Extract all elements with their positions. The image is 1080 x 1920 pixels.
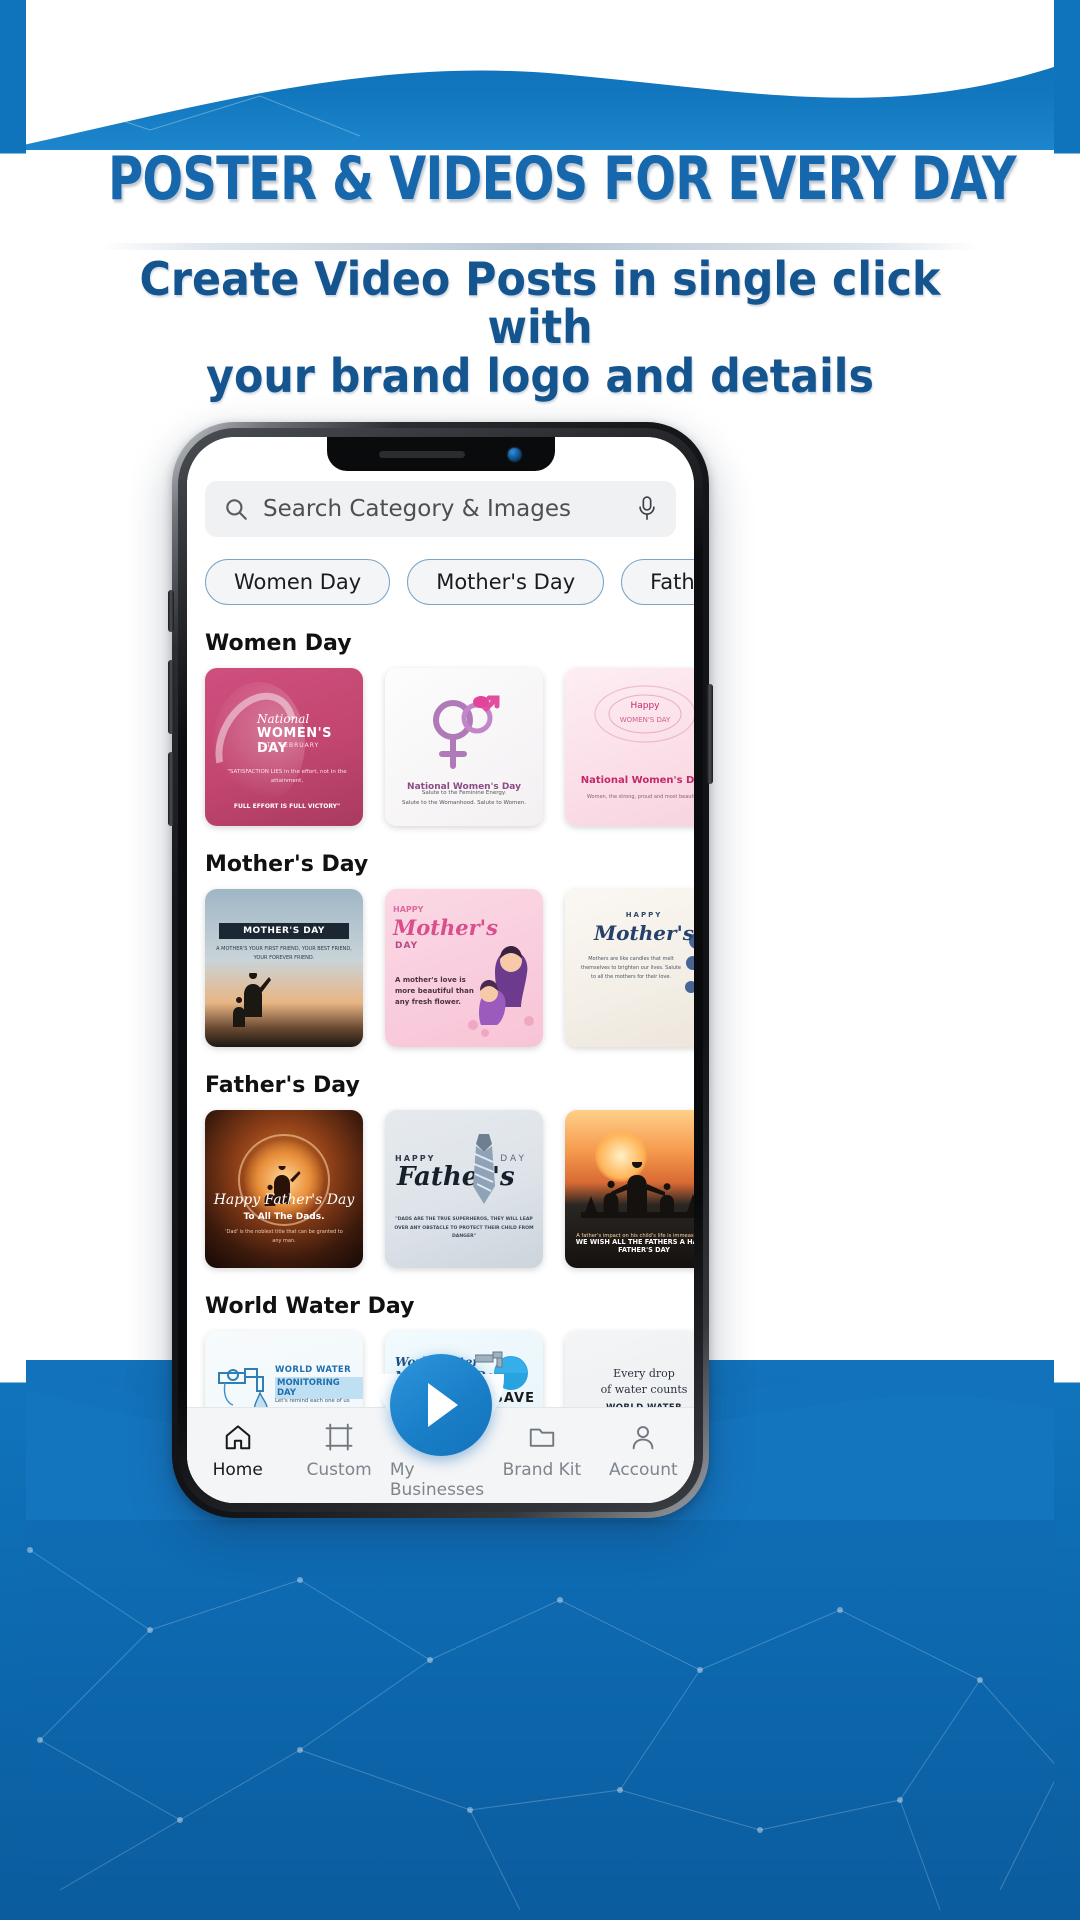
template-card[interactable]: A father's impact on his child's life is… bbox=[565, 1110, 694, 1268]
nav-item-brand-kit[interactable]: Brand Kit bbox=[491, 1408, 592, 1480]
card-line3: DAY bbox=[500, 1154, 527, 1164]
chip-fathers-day[interactable]: Father's Day bbox=[621, 559, 694, 605]
app-ui: Search Category & Images Women Day Mothe… bbox=[187, 437, 694, 1503]
card-line1: HAPPY bbox=[393, 905, 424, 914]
card-line2: WE WISH ALL THE FATHERS A HAPPY FATHER'S… bbox=[575, 1238, 694, 1254]
section-mothers-day: Mother's Day MOTHER'S DAY A MOTHER'S YOU… bbox=[205, 852, 694, 1047]
create-video-fab[interactable] bbox=[389, 1354, 492, 1456]
card-row[interactable]: MOTHER'S DAY A MOTHER'S YOUR FIRST FRIEN… bbox=[205, 889, 694, 1047]
template-card[interactable]: MOTHER'S DAY A MOTHER'S YOUR FIRST FRIEN… bbox=[205, 889, 363, 1047]
section-title: Mother's Day bbox=[205, 852, 369, 877]
promo-headline: POSTER & VIDEOS FOR EVERY DAY bbox=[108, 144, 1017, 214]
card-band: MOTHER'S DAY bbox=[219, 923, 349, 939]
phone-notch bbox=[326, 437, 555, 471]
chip-mothers-day[interactable]: Mother's Day bbox=[407, 559, 605, 605]
phone-volume-down-button bbox=[168, 752, 174, 826]
search-input[interactable]: Search Category & Images bbox=[263, 496, 622, 522]
promo-subheadline: Create Video Posts in single click with … bbox=[122, 255, 959, 400]
nav-item-home[interactable]: Home bbox=[187, 1408, 288, 1480]
card-subcaption: Salute to the Feminine Energy. Salute to… bbox=[393, 789, 535, 808]
nav-label: My Businesses bbox=[389, 1460, 485, 1500]
card-line1: Happy Father's Day bbox=[213, 1192, 355, 1208]
venus-symbol-icon bbox=[433, 695, 500, 769]
section-title: Women Day bbox=[205, 631, 352, 656]
section-title: Father's Day bbox=[205, 1073, 360, 1098]
card-line2: To All The Dads. bbox=[243, 1212, 325, 1222]
template-card[interactable]: Happy Father's Day To All The Dads. 'Dad… bbox=[205, 1110, 363, 1268]
nav-item-account[interactable]: Account bbox=[593, 1408, 694, 1480]
card-sub2: Salute to the Womanhood. Salute to Women… bbox=[402, 799, 526, 806]
card-line2: WOMEN'S DAY bbox=[257, 726, 332, 756]
phone-mute-switch bbox=[168, 590, 174, 632]
card-line3: 13TH FEBRUARY bbox=[257, 742, 320, 749]
phone-volume-up-button bbox=[168, 660, 174, 734]
card-quote: 'Dad' is the noblest title that can be g… bbox=[225, 1229, 343, 1244]
search-icon bbox=[226, 499, 247, 520]
phone-mockup: Search Category & Images Women Day Mothe… bbox=[168, 422, 713, 1518]
section-women-day: Women Day National WOMEN'S DAY 13TH FEBR… bbox=[205, 631, 694, 826]
floral-illustration bbox=[685, 933, 694, 993]
nav-item-custom[interactable]: Custom bbox=[288, 1408, 389, 1480]
card-band-label: MOTHER'S DAY bbox=[243, 926, 325, 936]
family-silhouette bbox=[581, 1162, 694, 1218]
card-line3: DAY bbox=[395, 941, 419, 951]
template-card[interactable]: HAPPY Mother's Mothers are like candles … bbox=[565, 889, 694, 1047]
svg-text:Happy: Happy bbox=[630, 701, 660, 711]
network-pattern-decoration bbox=[27, 1547, 1063, 1911]
promo-headline-wrap: POSTER & VIDEOS FOR EVERY DAY bbox=[0, 145, 1080, 214]
chip-women-day[interactable]: Women Day bbox=[205, 559, 391, 605]
home-icon bbox=[223, 1420, 253, 1454]
card-row[interactable]: Happy Father's Day To All The Dads. 'Dad… bbox=[205, 1110, 694, 1268]
promo-subheadline-line1: Create Video Posts in single click with bbox=[139, 252, 941, 355]
search-bar[interactable]: Search Category & Images bbox=[205, 481, 676, 537]
mother-daughter-illustration bbox=[468, 946, 534, 1037]
nav-label: Home bbox=[212, 1460, 263, 1480]
nav-label: Brand Kit bbox=[502, 1460, 582, 1480]
template-card[interactable]: National Women's Day Salute to the Femin… bbox=[385, 668, 543, 826]
bottom-navigation-bar[interactable]: Home Custom My Businesses Brand Kit Acco… bbox=[187, 1354, 694, 1503]
section-title: World Water Day bbox=[205, 1294, 415, 1319]
category-chip-row[interactable]: Women Day Mother's Day Father's Day bbox=[187, 537, 694, 605]
headline-divider bbox=[100, 243, 980, 250]
card-line1: WORLD WATER bbox=[275, 1365, 352, 1375]
mother-child-silhouette bbox=[233, 973, 271, 1027]
card-quote: A MOTHER'S YOUR FIRST FRIEND, YOUR BEST … bbox=[216, 946, 352, 961]
template-card[interactable]: HAPPY Mother's DAY A mother's love is mo… bbox=[385, 889, 543, 1047]
card-line2: Mother's bbox=[393, 915, 498, 940]
folder-icon bbox=[527, 1420, 557, 1454]
front-camera bbox=[507, 448, 521, 461]
earpiece-speaker bbox=[378, 451, 465, 458]
nav-label: Custom bbox=[306, 1460, 372, 1480]
card-caption: National Women's Day bbox=[580, 775, 694, 786]
template-card[interactable]: Happy WOMEN'S DAY National Women's Day W… bbox=[565, 668, 694, 826]
svg-text:WOMEN'S DAY: WOMEN'S DAY bbox=[620, 716, 671, 724]
card-subcaption: Women, the strong, proud and most beauti… bbox=[586, 794, 694, 800]
card-line2: MONITORING DAY bbox=[275, 1377, 363, 1399]
person-icon bbox=[628, 1420, 658, 1454]
word-cloud-decoration: Happy WOMEN'S DAY bbox=[594, 685, 694, 743]
template-card[interactable]: National WOMEN'S DAY 13TH FEBRUARY "SATI… bbox=[205, 668, 363, 826]
right-edge-strip bbox=[1054, 0, 1080, 1920]
play-icon bbox=[427, 1383, 458, 1427]
card-row[interactable]: National WOMEN'S DAY 13TH FEBRUARY "SATI… bbox=[205, 668, 694, 826]
card-quote: "DADS ARE THE TRUE SUPERHEROS, THEY WILL… bbox=[394, 1216, 534, 1240]
phone-screen: Search Category & Images Women Day Mothe… bbox=[187, 437, 694, 1503]
phone-power-button bbox=[707, 684, 713, 784]
promo-subheadline-line2: your brand logo and details bbox=[206, 348, 874, 403]
card-line1: Every drop bbox=[613, 1367, 675, 1380]
necktie-icon bbox=[473, 1134, 495, 1204]
template-card[interactable]: HAPPY Father's DAY "DADS ARE THE TRUE SU… bbox=[385, 1110, 543, 1268]
card-line1: National bbox=[257, 712, 310, 726]
microphone-icon[interactable] bbox=[636, 494, 658, 524]
card-quote: "SATISFACTION LIES in the effort, not in… bbox=[227, 769, 347, 784]
nav-label: Account bbox=[609, 1460, 678, 1480]
left-edge-strip bbox=[0, 0, 26, 1920]
crop-frame-icon bbox=[324, 1420, 354, 1454]
card-quote2: FULL EFFORT IS FULL VICTORY" bbox=[233, 803, 341, 810]
card-line2: of water counts bbox=[600, 1383, 688, 1396]
section-fathers-day: Father's Day Happy Father's Day To All T… bbox=[205, 1073, 694, 1268]
card-sub1: Salute to the Feminine Energy. bbox=[421, 790, 507, 797]
card-line1: HAPPY bbox=[625, 911, 663, 919]
